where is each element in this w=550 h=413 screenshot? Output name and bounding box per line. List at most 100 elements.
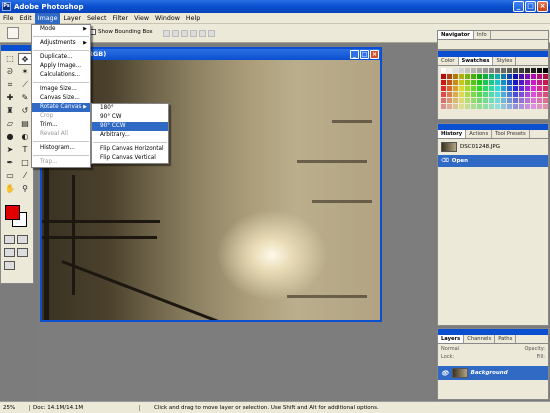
maximize-icon[interactable]: □ xyxy=(525,1,536,12)
color-swatch[interactable] xyxy=(501,68,506,73)
tab-swatches[interactable]: Swatches xyxy=(458,57,494,65)
color-swatch[interactable] xyxy=(507,104,512,109)
color-swatch[interactable] xyxy=(471,74,476,79)
eraser-icon[interactable]: ▱ xyxy=(3,118,17,130)
color-swatch[interactable] xyxy=(471,68,476,73)
color-swatch[interactable] xyxy=(519,74,524,79)
color-swatch[interactable] xyxy=(453,104,458,109)
color-swatch[interactable] xyxy=(489,80,494,85)
color-swatch[interactable] xyxy=(531,92,536,97)
color-swatch[interactable] xyxy=(447,86,452,91)
color-swatch[interactable] xyxy=(483,104,488,109)
color-swatch[interactable] xyxy=(543,74,548,79)
color-swatch[interactable] xyxy=(459,92,464,97)
color-swatch[interactable] xyxy=(465,98,470,103)
color-swatch[interactable] xyxy=(495,98,500,103)
menu-window[interactable]: Window xyxy=(152,13,183,24)
tab-navigator[interactable]: Navigator xyxy=(438,31,474,39)
menu-layer[interactable]: Layer xyxy=(60,13,84,24)
color-swatch[interactable] xyxy=(495,104,500,109)
color-swatch[interactable] xyxy=(531,104,536,109)
align-top-icon[interactable] xyxy=(163,30,170,37)
color-swatch[interactable] xyxy=(471,92,476,97)
fill-label[interactable]: Fill: xyxy=(537,354,545,360)
history-brush-icon[interactable]: ↺ xyxy=(18,105,32,117)
color-swatch[interactable] xyxy=(525,92,530,97)
align-left-icon[interactable] xyxy=(190,30,197,37)
zoom-icon[interactable]: ⚲ xyxy=(18,183,32,195)
move-tool-preset-icon[interactable] xyxy=(7,27,19,39)
rotate-180[interactable]: 180° xyxy=(92,104,168,113)
menu-edit[interactable]: Edit xyxy=(17,13,35,24)
color-swatch[interactable] xyxy=(489,74,494,79)
dodge-icon[interactable]: ◐ xyxy=(18,131,32,143)
menu-filter[interactable]: Filter xyxy=(109,13,131,24)
color-swatch[interactable] xyxy=(453,98,458,103)
color-swatch[interactable] xyxy=(477,86,482,91)
color-swatch[interactable] xyxy=(471,98,476,103)
color-swatch[interactable] xyxy=(477,104,482,109)
image-menu-rotate-canvas[interactable]: Rotate Canvas ▶ xyxy=(32,103,90,112)
color-swatch[interactable] xyxy=(471,86,476,91)
eyedropper-icon[interactable]: ⁄ xyxy=(18,170,32,182)
color-swatch[interactable] xyxy=(531,74,536,79)
color-swatch[interactable] xyxy=(483,86,488,91)
menu-view[interactable]: View xyxy=(131,13,152,24)
color-swatch[interactable] xyxy=(453,86,458,91)
show-bounding-box-option[interactable]: Show Bounding Box xyxy=(90,29,153,35)
layer-background[interactable]: 👁 Background xyxy=(438,366,548,380)
color-swatch[interactable] xyxy=(489,92,494,97)
image-menu-trim[interactable]: Trim... xyxy=(32,121,90,130)
color-swatch[interactable] xyxy=(477,92,482,97)
color-swatch[interactable] xyxy=(525,74,530,79)
image-menu-adjustments[interactable]: Adjustments ▶ xyxy=(32,39,90,48)
tab-actions[interactable]: Actions xyxy=(466,130,493,138)
color-swatch[interactable] xyxy=(483,98,488,103)
color-swatch[interactable] xyxy=(447,80,452,85)
doc-minimize-icon[interactable]: _ xyxy=(350,50,359,59)
healing-icon[interactable]: ✚ xyxy=(3,92,17,104)
color-swatch[interactable] xyxy=(453,92,458,97)
color-swatch[interactable] xyxy=(543,68,548,73)
align-bottom-icon[interactable] xyxy=(181,30,188,37)
color-swatch[interactable] xyxy=(543,86,548,91)
color-swatch[interactable] xyxy=(441,68,446,73)
flip-canvas-vertical[interactable]: Flip Canvas Vertical xyxy=(92,154,168,163)
color-swatch[interactable] xyxy=(465,68,470,73)
rotate-90-ccw[interactable]: 90° CCW xyxy=(92,122,168,131)
color-swatch[interactable] xyxy=(519,92,524,97)
history-snapshot[interactable]: DSC01248.JPG xyxy=(438,139,548,155)
color-swatch[interactable] xyxy=(531,80,536,85)
quick-mask-icon[interactable] xyxy=(17,235,28,244)
screen-mode-standard-icon[interactable] xyxy=(4,248,15,257)
color-swatch[interactable] xyxy=(531,86,536,91)
color-swatch[interactable] xyxy=(537,74,542,79)
color-swatch[interactable] xyxy=(537,80,542,85)
blur-icon[interactable]: ● xyxy=(3,131,17,143)
jump-to-imageready-icon[interactable] xyxy=(4,261,15,270)
image-menu-image-size[interactable]: Image Size... xyxy=(32,85,90,94)
standard-mode-icon[interactable] xyxy=(4,235,15,244)
color-swatch[interactable] xyxy=(525,86,530,91)
color-swatch[interactable] xyxy=(459,74,464,79)
marquee-icon[interactable]: ⬚ xyxy=(3,53,17,65)
color-swatch[interactable] xyxy=(489,86,494,91)
shape-icon[interactable]: □ xyxy=(18,157,32,169)
color-swatch[interactable] xyxy=(513,98,518,103)
color-swatch[interactable] xyxy=(513,74,518,79)
image-menu-calculations[interactable]: Calculations... xyxy=(32,71,90,80)
flip-canvas-horizontal[interactable]: Flip Canvas Horizontal xyxy=(92,145,168,154)
gradient-icon[interactable]: ▤ xyxy=(18,118,32,130)
color-swatch[interactable] xyxy=(543,98,548,103)
color-swatch[interactable] xyxy=(519,80,524,85)
color-swatch[interactable] xyxy=(495,74,500,79)
image-menu-mode[interactable]: Mode ▶ xyxy=(32,25,90,34)
tab-styles[interactable]: Styles xyxy=(493,57,517,65)
history-state[interactable]: ⌫ Open xyxy=(438,155,548,167)
color-swatch[interactable] xyxy=(489,98,494,103)
color-swatch[interactable] xyxy=(477,74,482,79)
color-swatch[interactable] xyxy=(459,68,464,73)
minimize-icon[interactable]: _ xyxy=(513,1,524,12)
color-swatch[interactable] xyxy=(465,92,470,97)
image-menu-canvas-size[interactable]: Canvas Size... xyxy=(32,94,90,103)
